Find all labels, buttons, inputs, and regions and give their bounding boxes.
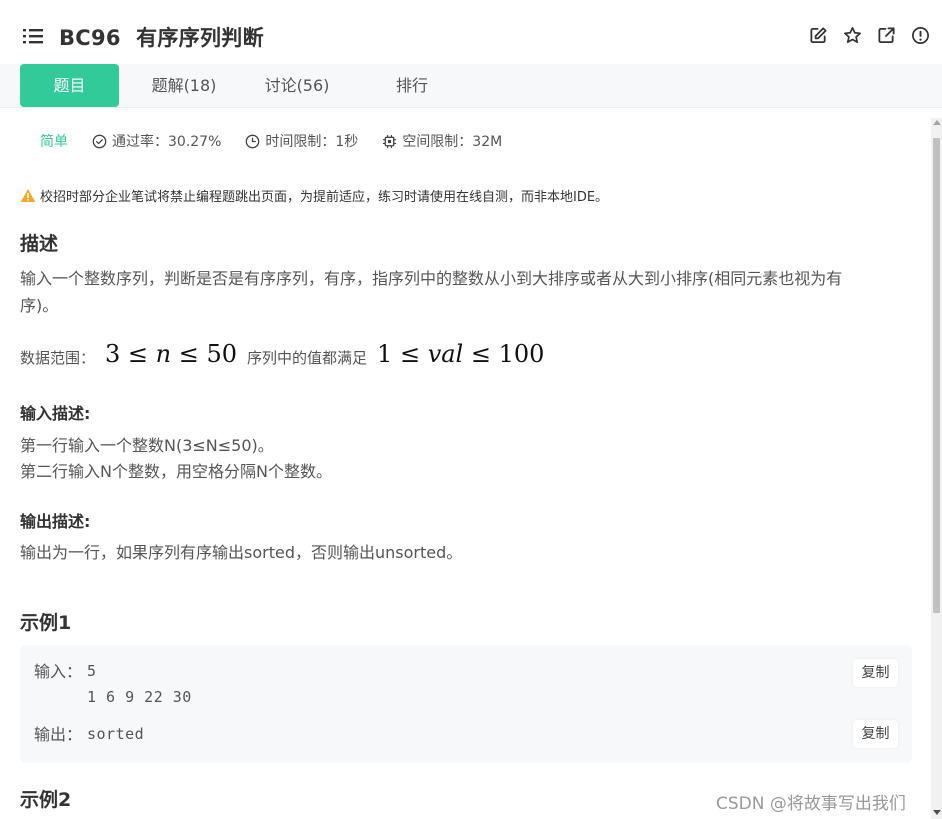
- star-icon[interactable]: [843, 26, 862, 45]
- range-formula-val: 1 ≤ val ≤ 100: [377, 340, 545, 368]
- example-2-heading: 示例2: [20, 789, 72, 811]
- time-limit-text: 时间限制：1秒: [265, 134, 359, 150]
- pass-rate: 通过率：30.27%: [92, 131, 221, 151]
- scrollbar-thumb[interactable]: [933, 138, 940, 613]
- input-desc-line-1: 第一行输入一个整数N(3≤N≤50)。: [20, 436, 274, 455]
- example-input-label: 输入：: [34, 662, 83, 681]
- problem-meta: 简单 通过率：30.27% 时间限制：1秒 空间限制：32M: [40, 131, 526, 151]
- example-input-value[interactable]: 5 1 6 9 22 30: [87, 658, 192, 710]
- example-1-input: 输入： 5 1 6 9 22 30: [34, 658, 192, 710]
- csdn-watermark: CSDN @将故事写出我们: [716, 794, 906, 814]
- description-heading: 描述: [20, 233, 59, 255]
- info-icon[interactable]: [911, 26, 930, 45]
- vertical-scrollbar[interactable]: [931, 118, 942, 819]
- example-output-label: 输出：: [34, 725, 83, 744]
- copy-output-button[interactable]: 复制: [853, 720, 898, 748]
- input-desc-line-2: 第二行输入N个整数，用空格分隔N个整数。: [20, 462, 332, 481]
- chip-icon: [383, 134, 397, 148]
- clock-icon: [246, 134, 260, 148]
- output-desc-heading: 输出描述:: [20, 512, 91, 531]
- range-middle-text: 序列中的值都满足: [247, 348, 368, 367]
- difficulty-badge: 简单: [40, 134, 68, 150]
- edit-icon[interactable]: [809, 26, 828, 45]
- header-actions: [809, 26, 930, 45]
- example-1-output: 输出： sorted: [34, 721, 144, 747]
- range-formula-n: 3 ≤ n ≤ 50: [105, 340, 238, 368]
- notice-text: 校招时部分企业笔试将禁止编程题跳出页面，为提前适应，练习时请使用在线自测，而非本…: [40, 190, 609, 205]
- pass-rate-text: 通过率：30.27%: [112, 134, 222, 150]
- example-1-heading: 示例1: [20, 612, 72, 634]
- tab-bar: 题目 题解(18) 讨论(56) 排行: [0, 64, 942, 108]
- problem-header: BC96 有序序列判断: [0, 0, 942, 64]
- output-desc-line-1: 输出为一行，如果序列有序输出sorted，否则输出unsorted。: [20, 543, 463, 562]
- time-limit: 时间限制：1秒: [245, 131, 358, 151]
- scroll-down-arrow-icon[interactable]: [933, 810, 941, 815]
- data-range: 数据范围： 3 ≤ n ≤ 50 序列中的值都满足 1 ≤ val ≤ 100: [20, 340, 554, 368]
- problem-title: BC96 有序序列判断: [59, 26, 264, 50]
- description-line-1: 输入一个整数序列，判断是否是有序序列，有序，指序列中的整数从小到大排序或者从大到…: [20, 269, 843, 288]
- check-circle-icon: [92, 134, 107, 148]
- share-icon[interactable]: [877, 26, 896, 45]
- warning-icon: [20, 189, 36, 202]
- copy-input-button[interactable]: 复制: [853, 659, 898, 687]
- example-1-box: 输入： 5 1 6 9 22 30 复制 输出： sorted 复制: [20, 645, 912, 763]
- range-label: 数据范围：: [20, 348, 96, 367]
- description-line-2: 序)。: [20, 296, 59, 315]
- tab-discussion[interactable]: 讨论(56): [252, 64, 342, 107]
- tab-solutions[interactable]: 题解(18): [140, 64, 228, 107]
- input-desc-heading: 输入描述:: [20, 404, 91, 423]
- space-limit: 空间限制：32M: [382, 131, 502, 151]
- scroll-up-arrow-icon[interactable]: [933, 120, 941, 125]
- tab-problem[interactable]: 题目: [20, 64, 119, 107]
- tab-ranking[interactable]: 排行: [372, 64, 452, 107]
- example-output-value[interactable]: sorted: [87, 721, 144, 747]
- menu-list-icon[interactable]: [22, 27, 44, 45]
- ide-notice: 校招时部分企业笔试将禁止编程题跳出页面，为提前适应，练习时请使用在线自测，而非本…: [20, 186, 608, 205]
- space-limit-text: 空间限制：32M: [402, 134, 503, 150]
